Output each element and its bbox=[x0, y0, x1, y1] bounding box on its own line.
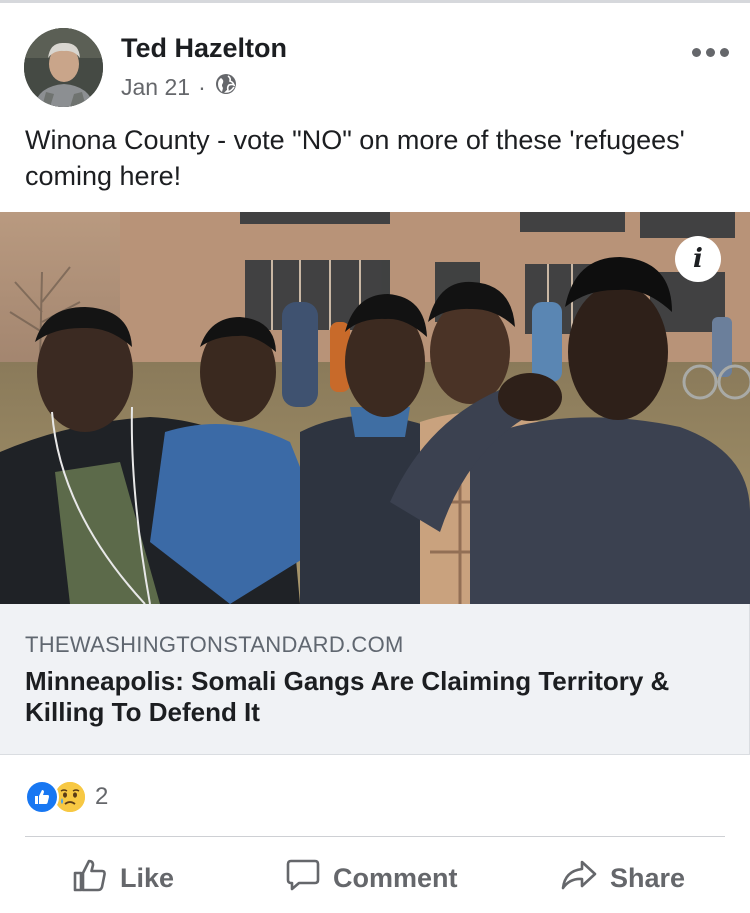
post-date[interactable]: Jan 21 bbox=[121, 74, 190, 101]
dot-icon bbox=[719, 47, 729, 57]
share-arrow-icon bbox=[560, 857, 598, 900]
share-button[interactable]: Share bbox=[560, 856, 685, 900]
like-button[interactable]: Like bbox=[72, 856, 174, 900]
reaction-count: 2 bbox=[95, 783, 109, 810]
meta-separator: · bbox=[198, 73, 206, 100]
top-divider bbox=[0, 0, 750, 3]
dot-icon bbox=[705, 47, 715, 57]
post-text: Winona County - vote "NO" on more of the… bbox=[25, 125, 685, 191]
dot-icon bbox=[691, 47, 701, 57]
profile-photo bbox=[24, 28, 103, 107]
actions-divider bbox=[25, 836, 725, 837]
link-domain: THEWASHINGTONSTANDARD.COM bbox=[25, 632, 404, 657]
share-label: Share bbox=[610, 862, 686, 893]
like-reaction-icon bbox=[25, 780, 59, 814]
comment-button[interactable]: Comment bbox=[285, 856, 458, 900]
link-preview-image[interactable] bbox=[0, 212, 750, 604]
like-label: Like bbox=[120, 862, 175, 893]
post-meta: Jan 21 · bbox=[121, 72, 238, 102]
author-name[interactable]: Ted Hazelton bbox=[121, 33, 287, 64]
reaction-summary[interactable]: 2 bbox=[25, 780, 108, 814]
globe-icon[interactable] bbox=[214, 72, 238, 102]
link-title[interactable]: Minneapolis: Somali Gangs Are Claiming T… bbox=[25, 666, 725, 728]
comment-bubble-icon bbox=[285, 857, 321, 900]
comment-label: Comment bbox=[333, 862, 458, 893]
more-options-button[interactable] bbox=[690, 42, 730, 62]
info-button[interactable]: i bbox=[675, 236, 721, 282]
thumbs-up-icon bbox=[72, 857, 108, 900]
avatar[interactable] bbox=[24, 28, 103, 107]
